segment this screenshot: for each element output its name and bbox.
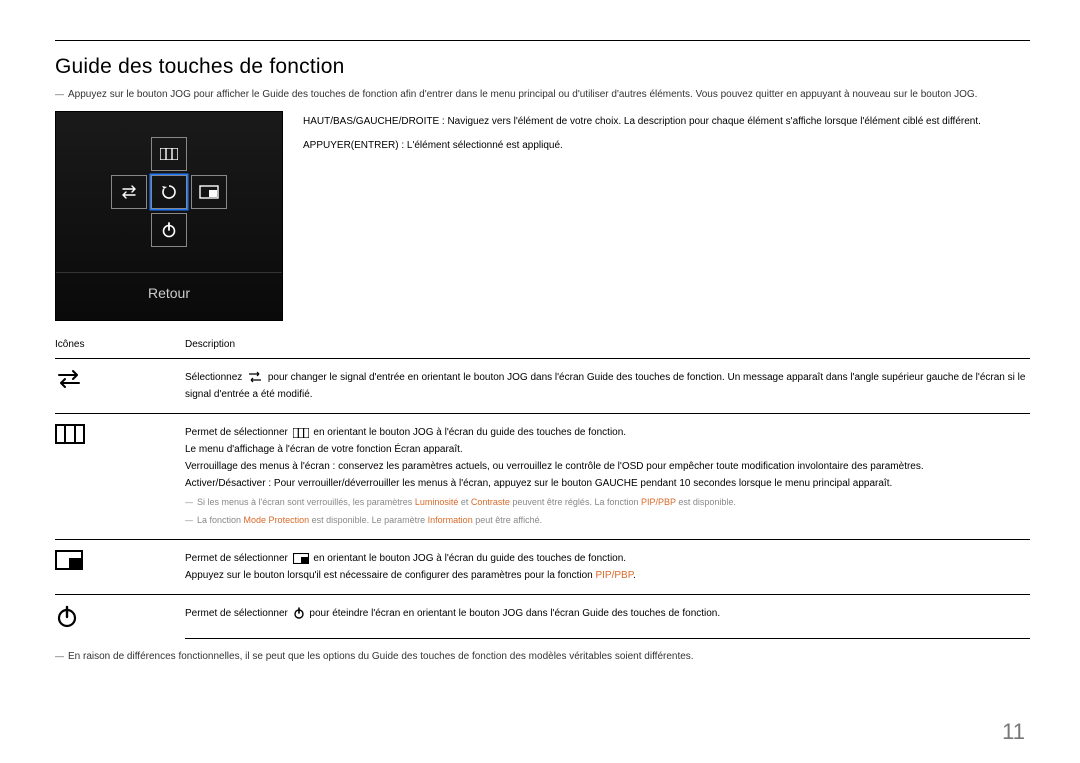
page-title: Guide des touches de fonction	[55, 55, 1030, 79]
intro-note: Appuyez sur le bouton JOG pour afficher …	[55, 87, 1030, 103]
th-icons: Icônes	[55, 339, 185, 359]
power-icon	[151, 213, 187, 247]
row-source-desc: Sélectionnez pour changer le signal d'en…	[185, 359, 1030, 414]
return-icon	[151, 175, 187, 209]
row-pip-icon	[55, 539, 185, 594]
osd-return-label: Retour	[56, 274, 282, 312]
th-desc: Description	[185, 339, 1030, 359]
menu-icon	[151, 137, 187, 171]
nav-instruction: HAUT/BAS/GAUCHE/DROITE : Naviguez vers l…	[303, 113, 1030, 131]
row-menu-subnote-2: La fonction Mode Protection est disponib…	[185, 513, 1030, 528]
power-icon-inline	[293, 607, 305, 619]
pip-icon-inline	[293, 553, 309, 564]
pip-icon	[191, 175, 227, 209]
instruction-block: HAUT/BAS/GAUCHE/DROITE : Naviguez vers l…	[303, 111, 1030, 321]
enter-instruction: APPUYER(ENTRER) : L'élément sélectionné …	[303, 137, 1030, 155]
row-power-icon	[55, 594, 185, 639]
page-number: 11	[1002, 719, 1025, 745]
row-menu-subnote-1: Si les menus à l'écran sont verrouillés,…	[185, 495, 1030, 510]
row-source-icon	[55, 359, 185, 414]
row-menu-icon	[55, 414, 185, 540]
row-pip-desc: Permet de sélectionner en orientant le b…	[185, 539, 1030, 594]
source-icon	[111, 175, 147, 209]
source-icon-inline	[247, 371, 263, 383]
icon-description-table: Icônes Description Sélectionnez pour cha…	[55, 339, 1030, 639]
menu-icon-inline	[293, 428, 309, 438]
row-power-desc: Permet de sélectionner pour éteindre l'é…	[185, 594, 1030, 639]
osd-panel: Retour	[55, 111, 283, 321]
row-menu-desc: Permet de sélectionner en orientant le b…	[185, 414, 1030, 540]
footer-note: En raison de différences fonctionnelles,…	[55, 649, 1030, 665]
top-rule	[55, 40, 1030, 41]
jog-dpad	[111, 137, 227, 247]
